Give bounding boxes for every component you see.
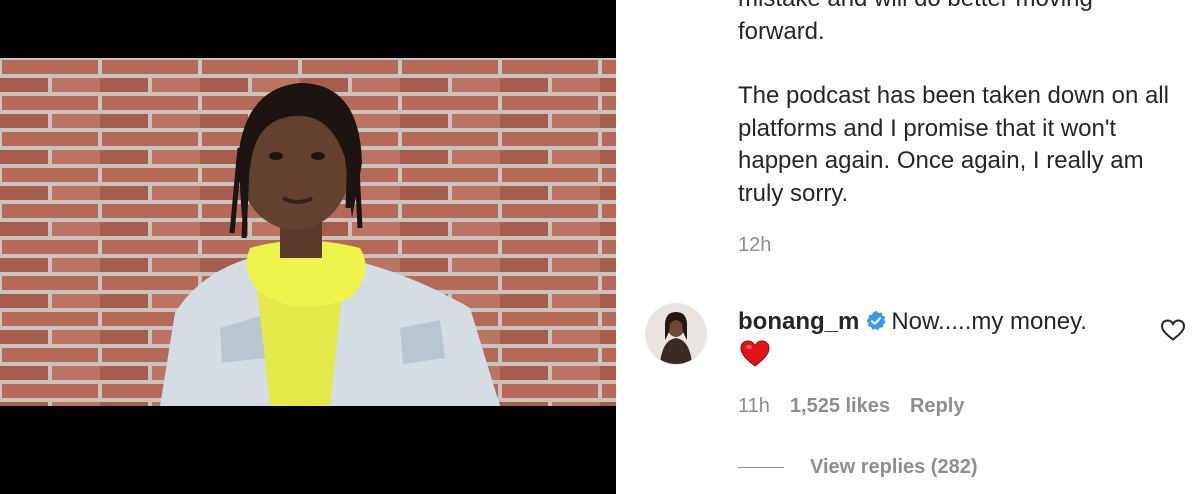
avatar[interactable] bbox=[645, 303, 707, 365]
comments-panel: mistake and will do better moving forwar… bbox=[616, 0, 1200, 494]
verified-badge-icon bbox=[865, 309, 887, 331]
comment-text: Now.....my money. bbox=[891, 308, 1087, 335]
video-still bbox=[0, 58, 616, 406]
view-replies-button[interactable]: View replies (282) bbox=[738, 456, 978, 479]
reply-button[interactable]: Reply bbox=[910, 395, 964, 417]
caption-text-top: mistake and will do better moving forwar… bbox=[738, 0, 1093, 45]
comment-meta: 11h 1,525 likes Reply bbox=[738, 395, 984, 418]
video-player[interactable] bbox=[0, 0, 616, 494]
red-heart-emoji-icon bbox=[740, 340, 770, 368]
caption-text-paragraph: The podcast has been taken down on all p… bbox=[738, 82, 1169, 207]
caption-timestamp[interactable]: 12h bbox=[738, 234, 771, 257]
view-replies-label: View replies (282) bbox=[810, 456, 978, 478]
comment-body: bonang_m Now.....my money. bbox=[738, 306, 1087, 338]
heart-outline-icon[interactable] bbox=[1160, 318, 1186, 342]
replies-divider bbox=[738, 467, 784, 469]
comment-username[interactable]: bonang_m bbox=[738, 308, 859, 335]
likes-count[interactable]: 1,525 likes bbox=[790, 395, 890, 417]
comment-timestamp[interactable]: 11h bbox=[738, 395, 770, 417]
